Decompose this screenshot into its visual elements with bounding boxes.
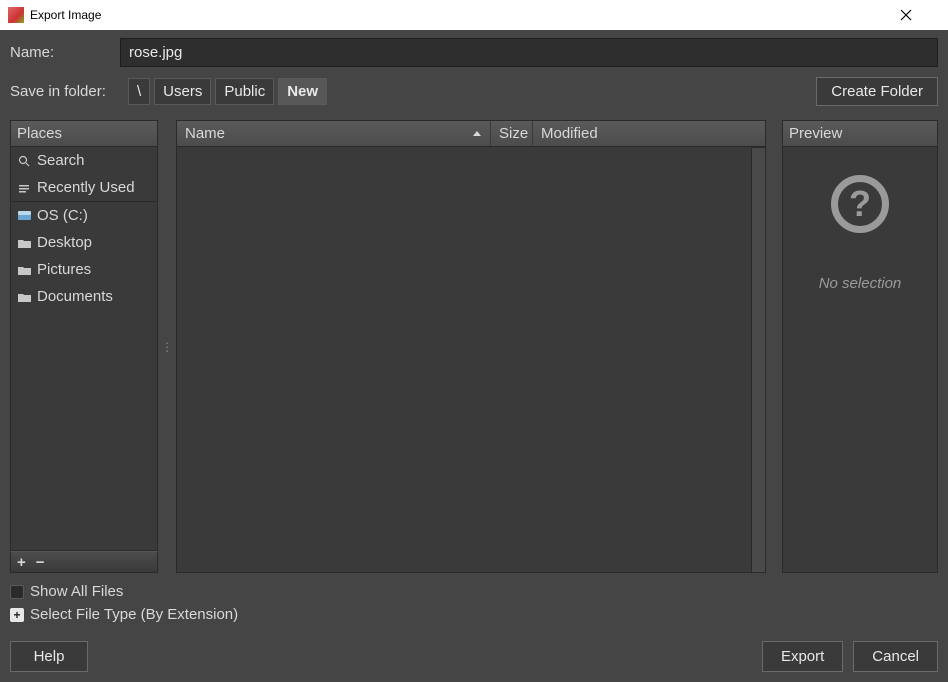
- folder-icon: [17, 263, 31, 277]
- place-label: Documents: [37, 288, 113, 305]
- preview-empty-text: No selection: [819, 275, 902, 292]
- filename-input[interactable]: [120, 38, 938, 67]
- create-folder-button[interactable]: Create Folder: [816, 77, 938, 106]
- name-label: Name:: [10, 44, 120, 61]
- folder-icon: [17, 236, 31, 250]
- cancel-button[interactable]: Cancel: [853, 641, 938, 672]
- file-list-scrollbar[interactable]: [752, 147, 766, 573]
- column-modified[interactable]: Modified: [533, 121, 765, 146]
- file-list[interactable]: [176, 147, 752, 573]
- plus-icon: +: [10, 608, 24, 622]
- places-toolbar: + −: [10, 551, 158, 573]
- column-label: Name: [185, 125, 225, 142]
- place-label: Recently Used: [37, 179, 135, 196]
- place-label: Pictures: [37, 261, 91, 278]
- file-type-expander[interactable]: + Select File Type (By Extension): [10, 606, 938, 623]
- place-search[interactable]: Search: [11, 147, 157, 174]
- column-size[interactable]: Size: [491, 121, 533, 146]
- checkbox-label: Show All Files: [30, 583, 123, 600]
- window-title: Export Image: [30, 8, 900, 22]
- crumb-users[interactable]: Users: [154, 78, 211, 105]
- places-header: Places: [10, 120, 158, 147]
- sort-asc-icon: [472, 129, 482, 139]
- place-pictures[interactable]: Pictures: [11, 256, 157, 283]
- file-list-header: Name Size Modified: [176, 120, 766, 147]
- app-icon: [8, 7, 24, 23]
- place-drive-c[interactable]: OS (C:): [11, 202, 157, 229]
- drive-icon: [17, 209, 31, 223]
- title-bar: Export Image: [0, 0, 948, 30]
- pane-splitter[interactable]: [164, 120, 170, 573]
- preview-pane: ? No selection: [782, 147, 938, 573]
- place-label: Search: [37, 152, 85, 169]
- show-all-files-checkbox[interactable]: Show All Files: [10, 583, 938, 600]
- expander-label: Select File Type (By Extension): [30, 606, 238, 623]
- search-icon: [17, 154, 31, 168]
- close-button[interactable]: [900, 9, 940, 21]
- export-button[interactable]: Export: [762, 641, 843, 672]
- recent-icon: [17, 181, 31, 195]
- add-place-button[interactable]: +: [17, 554, 26, 571]
- close-icon: [900, 9, 912, 21]
- folder-label: Save in folder:: [10, 83, 128, 100]
- column-label: Size: [499, 125, 528, 142]
- help-button[interactable]: Help: [10, 641, 88, 672]
- question-icon: ?: [831, 175, 889, 233]
- crumb-new[interactable]: New: [278, 78, 327, 105]
- crumb-public[interactable]: Public: [215, 78, 274, 105]
- checkbox-icon: [10, 585, 24, 599]
- column-name[interactable]: Name: [177, 121, 491, 146]
- breadcrumb: \ Users Public New: [128, 78, 816, 105]
- remove-place-button[interactable]: −: [36, 554, 45, 571]
- column-label: Modified: [541, 125, 598, 142]
- place-documents[interactable]: Documents: [11, 283, 157, 310]
- folder-icon: [17, 290, 31, 304]
- place-desktop[interactable]: Desktop: [11, 229, 157, 256]
- place-label: OS (C:): [37, 207, 88, 224]
- place-label: Desktop: [37, 234, 92, 251]
- places-list: Search Recently Used OS (C:): [10, 147, 158, 551]
- place-recent[interactable]: Recently Used: [11, 174, 157, 201]
- crumb-root[interactable]: \: [128, 78, 150, 105]
- preview-header: Preview: [782, 120, 938, 147]
